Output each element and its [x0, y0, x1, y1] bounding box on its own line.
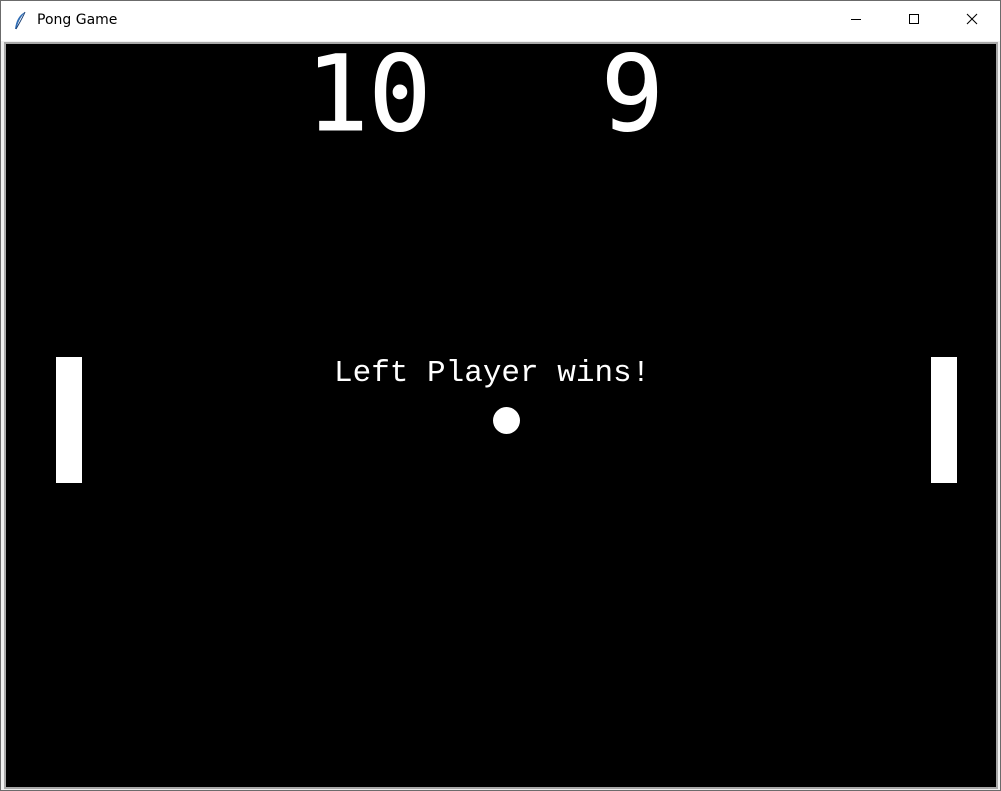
right-score: 9 — [601, 44, 665, 155]
left-paddle — [56, 357, 82, 483]
right-paddle — [931, 357, 957, 483]
minimize-icon — [850, 12, 862, 30]
window-title: Pong Game — [37, 12, 118, 28]
maximize-icon — [908, 12, 920, 30]
title-bar[interactable]: Pong Game — [1, 1, 1000, 41]
close-button[interactable] — [943, 1, 1001, 41]
feather-icon — [12, 11, 28, 31]
maximize-button[interactable] — [885, 1, 943, 41]
game-canvas[interactable]: 10 9 Left Player wins! — [6, 44, 996, 787]
ball — [493, 407, 520, 434]
app-window: Pong Game 10 9 Left Player wins! — [0, 0, 1001, 791]
minimize-button[interactable] — [827, 1, 885, 41]
close-icon — [966, 12, 978, 30]
left-score: 10 — [305, 44, 432, 155]
winner-message: Left Player wins! — [334, 356, 651, 391]
